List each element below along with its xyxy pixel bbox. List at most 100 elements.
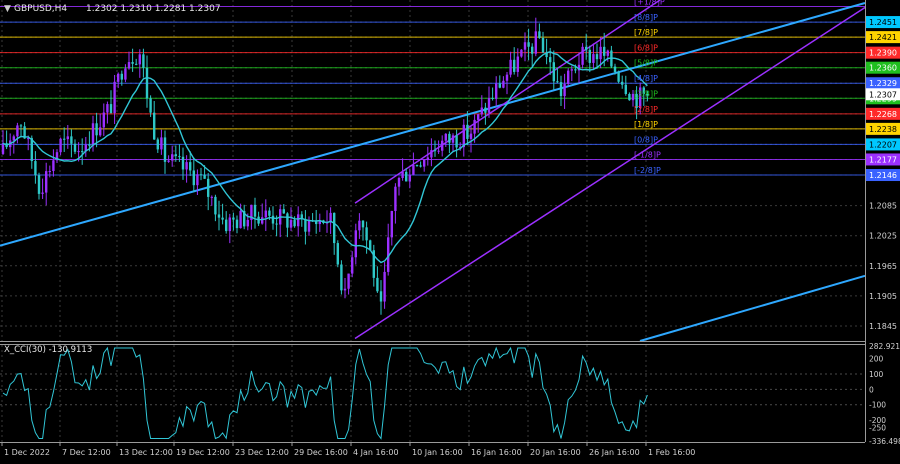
- candle-body-129: [466, 124, 469, 139]
- time-tick-7: 10 Jan 16:00: [412, 448, 463, 457]
- current-price-label: 1.2307: [869, 90, 897, 99]
- candle-body-5: [19, 125, 23, 127]
- time-tick-10: 26 Jan 16:00: [589, 448, 640, 457]
- candle-body-172: [621, 81, 624, 85]
- candle-body-78: [282, 209, 285, 214]
- candle-body-73: [264, 210, 267, 218]
- murrey-label-3: [6/8]P: [634, 44, 658, 53]
- chart-title: GBPUSD,H4: [14, 4, 67, 14]
- candle-body-109: [394, 186, 397, 211]
- candle-body-117: [423, 159, 426, 167]
- candle-body-82: [297, 214, 300, 227]
- candle-body-120: [433, 150, 437, 152]
- candle-body-81: [293, 220, 296, 227]
- candle-body-35: [127, 62, 131, 69]
- candle-body-52: [189, 162, 192, 171]
- candle-body-25: [91, 123, 95, 146]
- candle-body-60: [217, 214, 221, 218]
- chart-background: [0, 0, 900, 460]
- murrey-label-2: [7/8]P: [634, 28, 658, 37]
- time-tick-11: 1 Feb 16:00: [648, 448, 695, 457]
- candle-body-72: [261, 217, 264, 224]
- cci-tick-7: -336.4986: [869, 437, 900, 446]
- candle-body-26: [95, 123, 98, 136]
- candle-body-128: [462, 124, 465, 148]
- candle-body-49: [178, 156, 181, 158]
- candle-body-134: [484, 107, 487, 113]
- time-tick-9: 20 Jan 16:00: [530, 448, 581, 457]
- candle-body-58: [210, 196, 213, 198]
- candle-body-66: [239, 210, 242, 229]
- candle-body-19: [70, 136, 73, 144]
- candle-body-130: [469, 133, 473, 139]
- candle-body-111: [401, 171, 404, 178]
- candle-body-145: [523, 42, 527, 50]
- candle-body-148: [534, 31, 537, 54]
- candle-body-113: [408, 174, 411, 182]
- candle-body-85: [307, 220, 311, 232]
- cci-title: X_CCI(30) -130.9113: [4, 345, 92, 355]
- candle-body-166: [599, 46, 602, 60]
- candle-body-112: [405, 171, 408, 182]
- price-marker-label-8: 1.2207: [869, 140, 897, 149]
- candle-body-93: [336, 243, 339, 265]
- candle-body-0: [1, 143, 5, 154]
- candle-body-149: [538, 31, 541, 38]
- candle-body-10: [37, 175, 41, 194]
- candle-body-137: [495, 83, 498, 99]
- candle-body-18: [66, 136, 69, 140]
- candle-body-28: [102, 112, 105, 128]
- ohlc-readout: 1.2302 1.2310 1.2281 1.2307: [86, 4, 221, 14]
- candle-body-144: [520, 49, 523, 57]
- candle-body-33: [120, 73, 123, 80]
- candle-body-70: [253, 204, 257, 217]
- candle-body-53: [192, 170, 195, 186]
- candle-body-133: [480, 107, 483, 115]
- candle-body-171: [617, 71, 620, 82]
- price-marker-label-6: 1.2268: [869, 110, 897, 119]
- price-marker-label-0: 1.2451: [869, 18, 897, 27]
- candle-body-44: [160, 137, 163, 150]
- cci-tick-0: 282.9211: [869, 342, 900, 351]
- murrey-label-6: [3/8]P: [634, 89, 658, 98]
- candle-body-154: [556, 81, 559, 83]
- candle-body-40: [145, 67, 149, 99]
- candle-body-143: [516, 56, 519, 72]
- candle-body-34: [124, 68, 127, 80]
- candle-body-99: [358, 220, 361, 231]
- candle-body-14: [52, 160, 55, 172]
- candle-body-68: [246, 219, 249, 227]
- candle-body-4: [16, 125, 19, 137]
- candle-body-116: [419, 165, 422, 167]
- time-tick-3: 19 Dec 12:00: [176, 448, 230, 457]
- time-tick-6: 4 Jan 16:00: [353, 448, 399, 457]
- candle-body-101: [365, 227, 368, 241]
- candle-body-62: [225, 219, 228, 232]
- cci-tick-1: 200: [869, 355, 884, 364]
- candle-body-146: [527, 42, 530, 47]
- symbol-menu-arrow-icon[interactable]: ▼: [4, 4, 11, 14]
- candle-body-96: [347, 273, 350, 289]
- candle-body-159: [574, 69, 577, 71]
- candle-body-94: [340, 264, 343, 291]
- candle-body-76: [275, 223, 278, 225]
- candle-body-42: [153, 112, 156, 140]
- chart-canvas[interactable]: [+1/8]P [8/8]P [7/8]P [6/8]P [5/8]P [4/8]P [3/…: [0, 0, 900, 460]
- price-marker-label-2: 1.2390: [869, 49, 897, 58]
- price-marker-label-3: 1.2360: [869, 64, 897, 73]
- candle-body-121: [437, 150, 440, 152]
- candle-body-174: [628, 93, 631, 101]
- candle-body-21: [77, 151, 80, 153]
- candle-body-173: [624, 84, 627, 94]
- candle-body-36: [131, 62, 134, 64]
- candle-body-122: [441, 140, 444, 151]
- chart-window[interactable]: [+1/8]P [8/8]P [7/8]P [6/8]P [5/8]P [4/8]P [3/…: [0, 0, 900, 460]
- candle-body-158: [570, 69, 573, 71]
- candle-body-138: [498, 83, 501, 88]
- candle-body-37: [135, 63, 138, 65]
- candle-body-74: [268, 210, 271, 216]
- candle-body-136: [491, 97, 494, 99]
- candle-body-135: [487, 97, 491, 113]
- candle-body-43: [156, 139, 159, 150]
- candle-body-50: [181, 156, 185, 170]
